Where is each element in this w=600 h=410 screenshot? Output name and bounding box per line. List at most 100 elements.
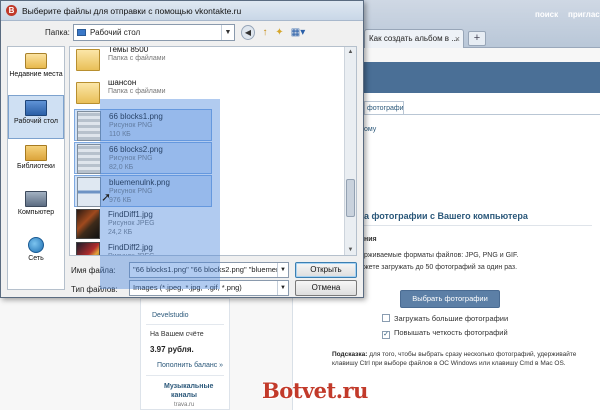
back-icon[interactable]: ◀ — [241, 25, 255, 40]
nav-invite-link[interactable]: приглас — [568, 10, 600, 19]
dialog-title: Выберите файлы для отправки с помощью vk… — [22, 6, 242, 16]
hint-text: для того, чтобы выбрать сразу несколько … — [332, 351, 577, 367]
hint-title: Подсказка: — [332, 351, 368, 358]
filename-value: "66 blocks1.png" "66 blocks2.png" "bluem… — [133, 265, 285, 274]
file-size: 110 КБ — [109, 131, 131, 138]
file-type: Рисунок JPEG — [108, 220, 155, 227]
file-item[interactable]: FindDiff1.jpg Рисунок JPEG 24,2 КБ — [74, 208, 344, 240]
file-item[interactable]: шансон Папка с файлами — [74, 76, 344, 108]
place-label: Компьютер — [17, 209, 55, 216]
file-type: Рисунок PNG — [109, 155, 153, 162]
chevron-down-icon[interactable]: ▼ — [277, 281, 288, 295]
sharpen-checkbox-row[interactable]: ✓ Повышать четкость фотографий — [382, 328, 508, 339]
account-label: На Вашем счёте — [150, 331, 204, 338]
breadcrumb[interactable]: ому — [364, 126, 376, 133]
jpeg-thumbnail-icon — [76, 209, 100, 239]
recent-places-icon — [25, 53, 47, 69]
large-photos-checkbox[interactable] — [382, 314, 390, 322]
file-item[interactable]: FindDiff2.jpg Рисунок JPEG — [74, 241, 344, 255]
file-open-dialog: В Выберите файлы для отправки с помощью … — [0, 0, 364, 298]
place-desktop[interactable]: Рабочий стол — [8, 95, 64, 139]
left-divider — [146, 324, 224, 325]
png-thumbnail-icon — [77, 177, 101, 207]
lookin-select[interactable]: Рабочий стол ▼ — [73, 24, 235, 41]
png-thumbnail-icon — [77, 144, 101, 174]
desktop-icon — [77, 29, 86, 36]
vk-app-icon: В — [6, 5, 17, 16]
file-size: 82,0 КБ — [109, 164, 134, 171]
open-button[interactable]: Открыть — [295, 262, 357, 278]
file-size: 976 КБ — [109, 197, 132, 204]
file-type: Рисунок PNG — [109, 122, 153, 129]
cancel-button[interactable]: Отмена — [295, 280, 357, 296]
file-list-scrollbar[interactable]: ▲ ▼ — [344, 47, 356, 255]
large-photos-label: Загружать большие фотографии — [394, 314, 509, 323]
music-channels-link[interactable]: Музыкальные — [164, 383, 213, 390]
file-type: Папка с файлами — [108, 88, 166, 95]
choose-photos-button[interactable]: Выбрать фотографии — [400, 290, 500, 308]
new-folder-icon[interactable]: ✦ — [273, 25, 286, 40]
file-type: Папка с файлами — [108, 55, 166, 62]
file-type: Рисунок JPEG — [108, 253, 155, 255]
file-item[interactable]: Темы 8500 Папка с файлами — [74, 46, 344, 75]
file-name: шансон — [108, 78, 137, 87]
scroll-down-icon[interactable]: ▼ — [345, 245, 356, 255]
mouse-cursor-icon: ➚ — [101, 190, 112, 204]
music-site-label: trava.ru — [174, 402, 195, 408]
place-label: Недавние места — [9, 71, 63, 78]
png-thumbnail-icon — [77, 111, 101, 141]
large-photos-checkbox-row[interactable]: Загружать большие фотографии — [382, 314, 508, 323]
lookin-value: Рабочий стол — [90, 28, 141, 37]
multi-select-hint: Подсказка: для того, чтобы выбрать сразу… — [332, 350, 582, 368]
chevron-down-icon[interactable]: ▼ — [277, 263, 288, 277]
places-bar: Недавние места Рабочий стол Библиотеки К… — [7, 46, 65, 290]
watermark: Botvet.ru — [262, 378, 368, 403]
dialog-titlebar[interactable]: В Выберите файлы для отправки с помощью … — [1, 1, 363, 21]
tab-vk-album[interactable]: Как создать альбом в ... × — [364, 29, 464, 48]
file-list[interactable]: Темы 8500 Папка с файлами шансон Папка с… — [69, 46, 357, 256]
place-recent[interactable]: Недавние места — [8, 49, 64, 93]
file-item-selected[interactable]: 66 blocks1.png Рисунок PNG 110 КБ — [74, 109, 212, 141]
file-type: Рисунок PNG — [109, 188, 153, 195]
new-tab-button[interactable]: + — [468, 31, 486, 46]
filename-input[interactable]: "66 blocks1.png" "66 blocks2.png" "bluem… — [129, 262, 289, 278]
scroll-up-icon[interactable]: ▲ — [345, 47, 356, 57]
sharpen-checkbox[interactable]: ✓ — [382, 331, 390, 339]
vk-header — [364, 62, 600, 93]
topup-balance-link[interactable]: Пополнить баланс » — [157, 362, 223, 369]
music-channels-link-2[interactable]: каналы — [171, 392, 197, 399]
computer-icon — [25, 191, 47, 207]
file-name: 66 blocks2.png — [109, 145, 163, 154]
sharpen-label: Повышать четкость фотографий — [394, 328, 508, 337]
file-name: bluemenulnk.png — [109, 178, 170, 187]
tab-label: Как создать альбом в ... — [369, 34, 458, 43]
place-libraries[interactable]: Библиотеки — [8, 141, 64, 185]
place-label: Рабочий стол — [14, 118, 58, 125]
place-network[interactable]: Сеть — [8, 233, 64, 277]
folder-icon — [76, 49, 100, 71]
tab-close-icon[interactable]: × — [455, 30, 460, 48]
file-name: 66 blocks1.png — [109, 112, 163, 121]
develstudio-link[interactable]: Develstudio — [152, 312, 189, 319]
file-name: Темы 8500 — [108, 46, 149, 54]
place-label: Библиотеки — [17, 163, 55, 170]
lookin-label: Папка: — [45, 28, 70, 37]
scroll-thumb[interactable] — [346, 179, 355, 217]
account-balance: 3.97 рубля. — [150, 345, 194, 354]
upload-limit-note: жете загружать до 50 фотографий за один … — [364, 264, 518, 271]
up-folder-icon[interactable]: ↑ — [259, 25, 271, 40]
upload-formats-note: рживаемые форматы файлов: JPG, PNG и GIF… — [364, 252, 519, 259]
file-size: 24,2 КБ — [108, 229, 133, 236]
nav-search-link[interactable]: поиск — [535, 10, 558, 19]
file-item-selected[interactable]: 66 blocks2.png Рисунок PNG 82,0 КБ — [74, 142, 212, 174]
filename-label: Имя файла: — [71, 266, 116, 275]
place-computer[interactable]: Компьютер — [8, 187, 64, 231]
place-label: Сеть — [28, 255, 44, 262]
filetype-select[interactable]: Images (*.jpeg, *.jpg, *.gif, *.png) ▼ — [129, 280, 289, 296]
chevron-down-icon[interactable]: ▼ — [221, 25, 234, 40]
tab-photos[interactable]: фотографии — [364, 101, 404, 115]
left-divider — [146, 375, 224, 376]
desktop-icon — [25, 100, 47, 116]
file-item-selected[interactable]: bluemenulnk.png Рисунок PNG 976 КБ — [74, 175, 212, 207]
view-menu-icon[interactable]: ▦▾ — [289, 25, 307, 40]
